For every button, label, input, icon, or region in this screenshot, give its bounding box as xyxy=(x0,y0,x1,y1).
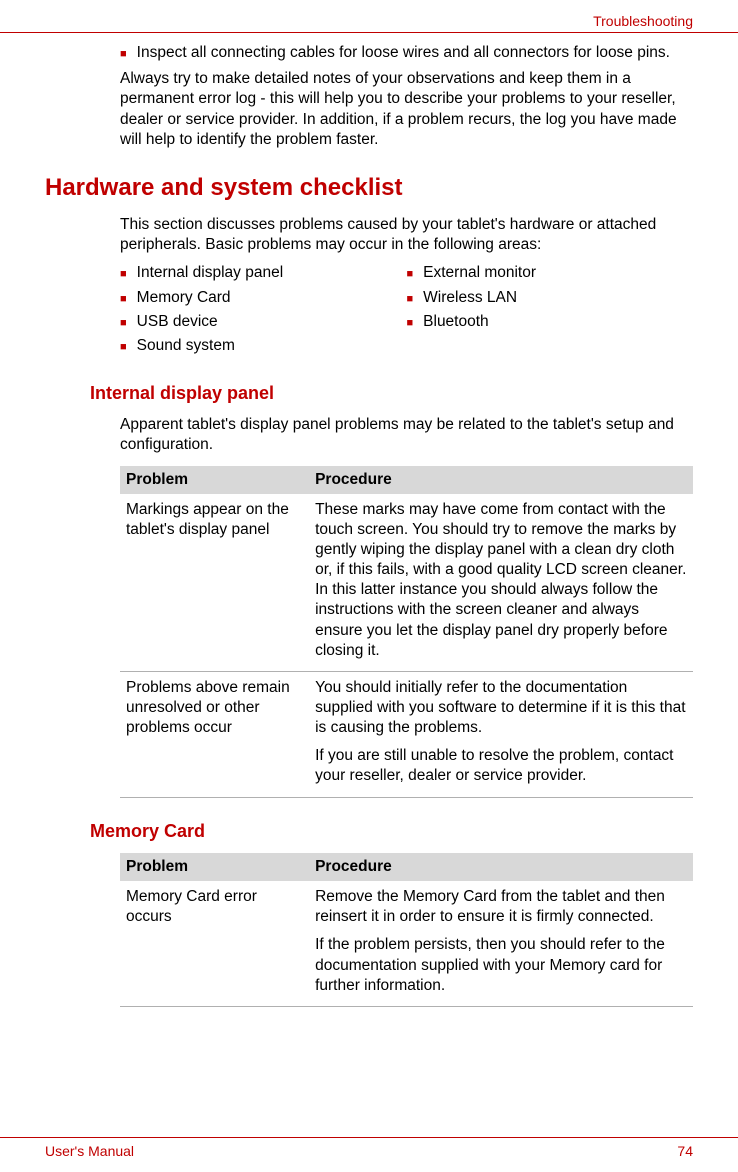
checklist-columns: ■ Internal display panel ■ Memory Card ■ US… xyxy=(120,263,693,360)
table-header-row: Problem Procedure xyxy=(120,853,693,881)
paragraph: Apparent tablet's display panel problems… xyxy=(120,415,693,455)
table-row: Memory Card error occurs Remove the Memo… xyxy=(120,881,693,1006)
table-header-row: Problem Procedure xyxy=(120,466,693,494)
table-header-procedure: Procedure xyxy=(309,466,693,494)
list-item-text: Sound system xyxy=(137,336,235,356)
procedure-text: If the problem persists, then you should… xyxy=(315,935,687,995)
list-item-text: Bluetooth xyxy=(423,312,489,332)
square-bullet-icon: ■ xyxy=(120,340,127,354)
table-cell-procedure: These marks may have come from contact w… xyxy=(309,494,693,672)
square-bullet-icon: ■ xyxy=(120,47,127,61)
list-item-text: Inspect all connecting cables for loose … xyxy=(137,43,670,63)
list-item: ■ Wireless LAN xyxy=(407,288,694,308)
list-item-text: Wireless LAN xyxy=(423,288,517,308)
procedure-text: Remove the Memory Card from the tablet a… xyxy=(315,887,687,927)
square-bullet-icon: ■ xyxy=(407,316,414,330)
square-bullet-icon: ■ xyxy=(407,267,414,281)
table-cell-procedure: You should initially refer to the docume… xyxy=(309,671,693,797)
list-item: ■ External monitor xyxy=(407,263,694,283)
list-item: ■ USB device xyxy=(120,312,407,332)
table-cell-problem: Problems above remain unresolved or othe… xyxy=(120,671,309,797)
problem-table-memory: Problem Procedure Memory Card error occu… xyxy=(120,853,693,1007)
table-cell-problem: Memory Card error occurs xyxy=(120,881,309,1006)
table-row: Problems above remain unresolved or othe… xyxy=(120,671,693,797)
table-header-problem: Problem xyxy=(120,466,309,494)
top-bullet-list: ■ Inspect all connecting cables for loos… xyxy=(120,43,693,63)
square-bullet-icon: ■ xyxy=(120,267,127,281)
square-bullet-icon: ■ xyxy=(120,316,127,330)
square-bullet-icon: ■ xyxy=(407,292,414,306)
list-item: ■ Memory Card xyxy=(120,288,407,308)
list-item-text: Internal display panel xyxy=(137,263,284,283)
table-cell-procedure: Remove the Memory Card from the tablet a… xyxy=(309,881,693,1006)
header-section-name: Troubleshooting xyxy=(45,12,693,30)
page-header: Troubleshooting xyxy=(0,0,738,33)
table-header-problem: Problem xyxy=(120,853,309,881)
page-footer: User's Manual 74 xyxy=(0,1137,738,1160)
list-item: ■ Bluetooth xyxy=(407,312,694,332)
procedure-text: These marks may have come from contact w… xyxy=(315,500,687,661)
page-content: ■ Inspect all connecting cables for loos… xyxy=(0,33,738,1027)
table-cell-problem: Markings appear on the tablet's display … xyxy=(120,494,309,672)
heading-1: Hardware and system checklist xyxy=(45,172,693,203)
table-header-procedure: Procedure xyxy=(309,853,693,881)
checklist-left-column: ■ Internal display panel ■ Memory Card ■ US… xyxy=(120,263,407,360)
heading-2: Internal display panel xyxy=(90,382,693,405)
table-row: Markings appear on the tablet's display … xyxy=(120,494,693,672)
procedure-text: If you are still unable to resolve the p… xyxy=(315,746,687,786)
paragraph: Always try to make detailed notes of you… xyxy=(120,69,693,150)
footer-page-number: 74 xyxy=(677,1142,693,1160)
heading-2: Memory Card xyxy=(90,820,693,843)
square-bullet-icon: ■ xyxy=(120,292,127,306)
footer-manual-name: User's Manual xyxy=(45,1142,134,1160)
list-item: ■ Inspect all connecting cables for loos… xyxy=(120,43,693,63)
checklist-right-column: ■ External monitor ■ Wireless LAN ■ Bluetoo… xyxy=(407,263,694,360)
list-item: ■ Internal display panel xyxy=(120,263,407,283)
problem-table-display: Problem Procedure Markings appear on the… xyxy=(120,466,693,798)
paragraph: This section discusses problems caused b… xyxy=(120,215,693,255)
list-item: ■ Sound system xyxy=(120,336,407,356)
procedure-text: You should initially refer to the docume… xyxy=(315,678,687,738)
list-item-text: External monitor xyxy=(423,263,536,283)
list-item-text: Memory Card xyxy=(137,288,231,308)
list-item-text: USB device xyxy=(137,312,218,332)
